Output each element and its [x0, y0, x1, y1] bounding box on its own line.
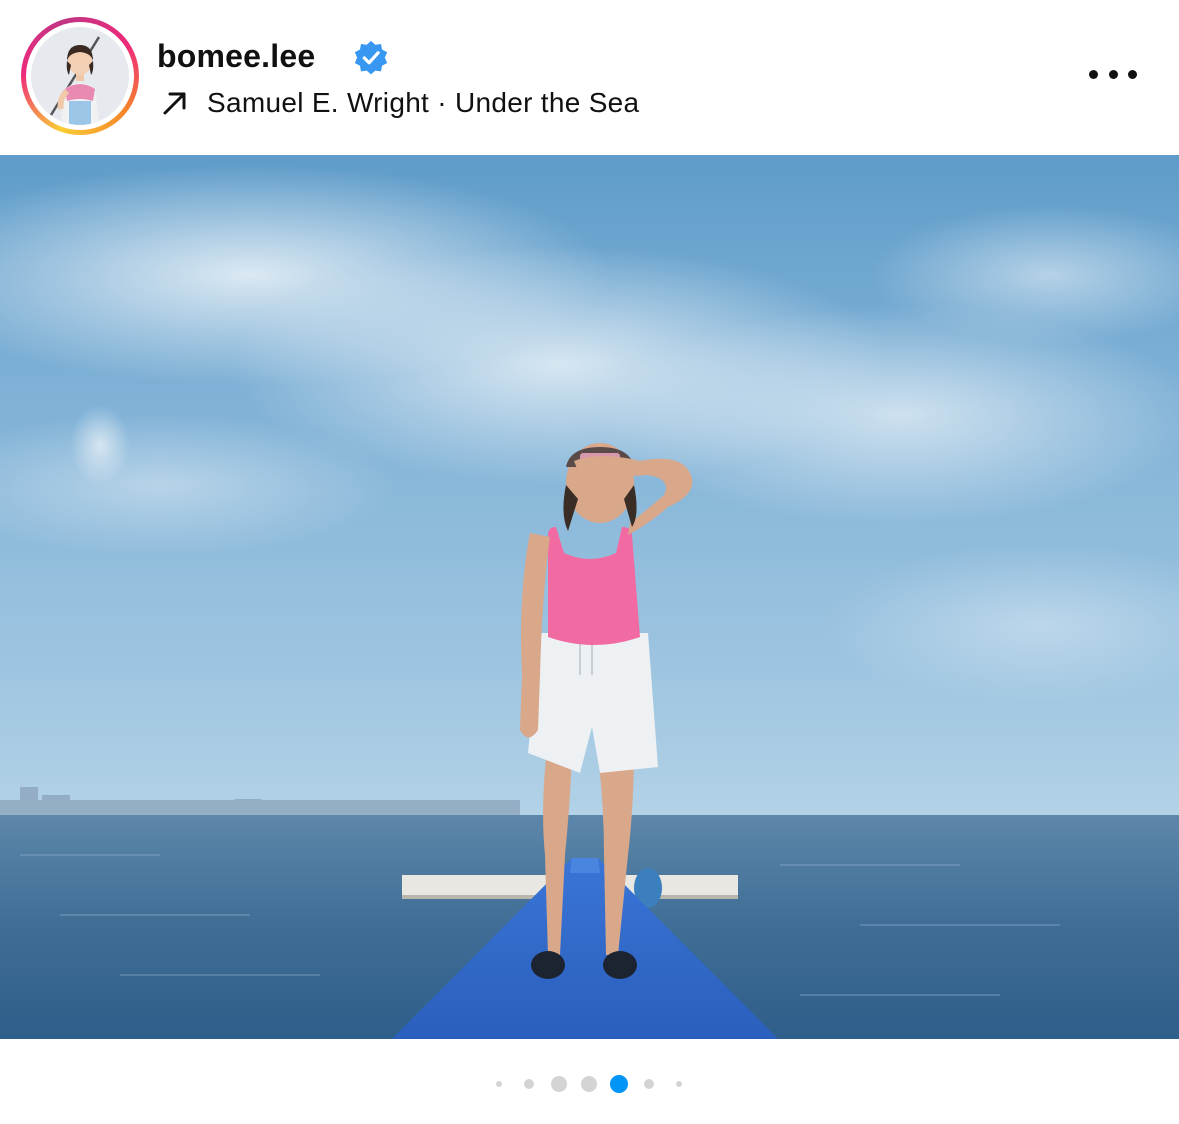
carousel-dot [581, 1076, 597, 1092]
music-attribution[interactable]: Samuel E. Wright · Under the Sea [160, 86, 639, 120]
carousel-dot [551, 1076, 567, 1092]
carousel-dot [610, 1075, 628, 1093]
avatar[interactable] [31, 27, 129, 125]
post-photo[interactable] [0, 155, 1179, 1039]
carousel-dot [676, 1081, 682, 1087]
more-horizontal-icon [1089, 69, 1098, 79]
story-ring[interactable] [21, 17, 139, 135]
carousel-dot [496, 1081, 502, 1087]
username[interactable]: bomee.lee [157, 38, 315, 75]
carousel-indicator [0, 1068, 1179, 1100]
arrow-up-right-icon [163, 92, 186, 115]
music-separator: · [429, 87, 455, 118]
verified-badge-icon [354, 40, 388, 75]
more-options-button[interactable] [1085, 58, 1141, 90]
carousel-dot [524, 1079, 534, 1089]
carousel-dot [644, 1079, 654, 1089]
music-artist: Samuel E. Wright [207, 87, 430, 118]
music-track: Under the Sea [454, 87, 640, 118]
post-header: bomee.lee Samuel E. Wright · Under the S… [0, 0, 1179, 155]
